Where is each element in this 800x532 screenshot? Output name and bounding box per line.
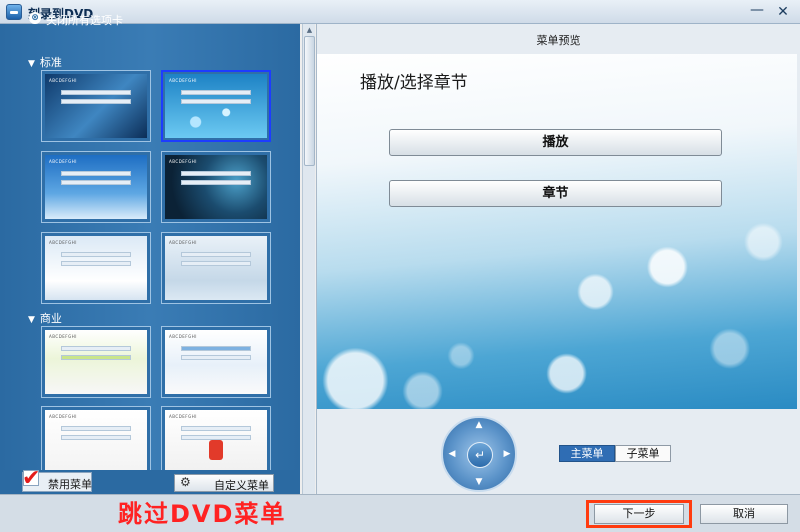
preview-chapters-button[interactable]: 章节 — [389, 180, 722, 207]
template-thumbnail[interactable]: ABCDEFGHI — [161, 326, 271, 398]
app-dvd-icon — [6, 4, 22, 20]
minimize-button[interactable]: — — [747, 3, 767, 21]
expand-arrow-icon: ▼ — [28, 59, 35, 69]
preview-play-button[interactable]: 播放 — [389, 129, 722, 156]
template-thumbnail-selected[interactable]: ABCDEFGHI — [161, 70, 271, 142]
category-label: 标准 — [39, 56, 62, 69]
figure-graphic — [209, 440, 223, 460]
dpad-left-icon[interactable]: ◀ — [446, 449, 458, 459]
template-thumbnail[interactable]: ABCDEFGHI — [161, 151, 271, 223]
template-thumbnail[interactable]: ABCDEFGHI — [41, 151, 151, 223]
dpad-right-icon[interactable]: ▶ — [501, 449, 513, 459]
templates-scrollbar[interactable]: ▲ — [302, 24, 315, 494]
gear-icon: ⚙ — [180, 475, 191, 489]
skip-dvd-menu-annotation: 跳过DVD菜单 — [118, 500, 287, 528]
dpad-up-icon[interactable]: ▲ — [473, 420, 485, 430]
checkmark-annotation-icon: ✔ — [22, 466, 41, 491]
template-thumbnail[interactable]: ABCDEFGHI — [41, 406, 151, 478]
preview-menu-title: 播放/选择章节 — [360, 73, 468, 93]
close-tabs-icon[interactable]: ⊗ — [29, 12, 41, 24]
menu-preview — [317, 54, 797, 409]
template-thumbnail[interactable]: ABCDEFGHI — [161, 232, 271, 304]
custom-menu-label: 自定义菜单 — [214, 479, 269, 492]
category-label: 商业 — [39, 312, 62, 325]
scroll-up-icon[interactable]: ▲ — [305, 26, 314, 36]
disable-menu-label: 禁用菜单 — [48, 478, 92, 491]
tab-sub-menu[interactable]: 子菜单 — [615, 445, 671, 462]
scroll-thumb[interactable] — [304, 36, 315, 166]
template-thumbnail[interactable]: ABCDEFGHI — [41, 326, 151, 398]
template-thumbnail[interactable]: ABCDEFGHI — [41, 232, 151, 304]
cancel-button[interactable]: 取消 — [700, 504, 788, 524]
template-thumbnail[interactable]: ABCDEFGHI — [161, 406, 271, 478]
expand-arrow-icon: ▼ — [28, 315, 35, 325]
next-button[interactable]: 下一步 — [594, 504, 684, 524]
close-all-tabs-link[interactable]: 关闭所有选项卡 — [46, 12, 123, 28]
close-button[interactable]: ✕ — [772, 3, 794, 21]
dpad-down-icon[interactable]: ▼ — [473, 477, 485, 487]
dpad-enter-icon[interactable]: ↵ — [467, 442, 493, 468]
template-thumbnail[interactable]: ABCDEFGHI — [41, 70, 151, 142]
tab-main-menu[interactable]: 主菜单 — [559, 445, 615, 462]
category-business[interactable]: ▼ 商业 — [28, 310, 62, 326]
category-standard[interactable]: ▼ 标准 — [28, 54, 62, 70]
preview-header: 菜单预览 — [536, 34, 581, 47]
